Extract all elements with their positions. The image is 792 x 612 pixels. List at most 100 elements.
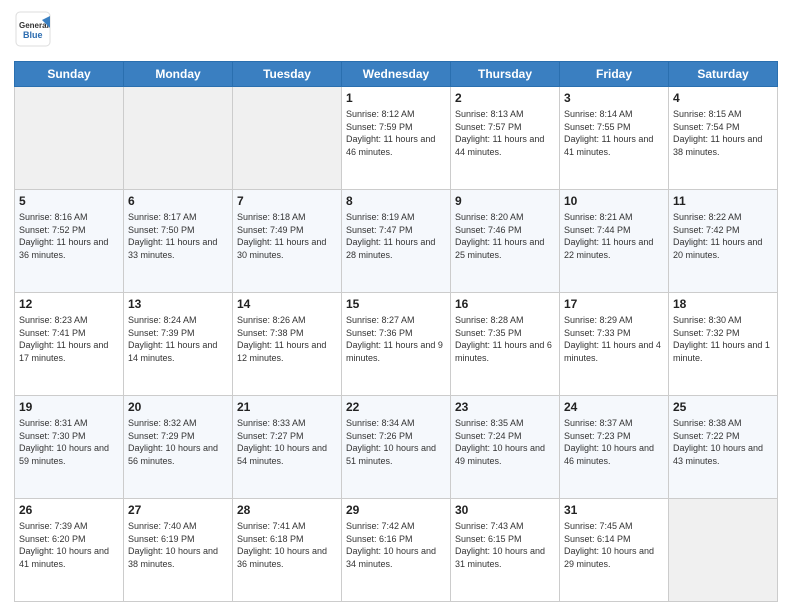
day-info: Sunrise: 7:45 AM Sunset: 6:14 PM Dayligh… <box>564 520 664 570</box>
day-number: 7 <box>237 193 337 209</box>
calendar-cell: 6Sunrise: 8:17 AM Sunset: 7:50 PM Daylig… <box>124 190 233 293</box>
week-row-2: 12 Sunrise: 8:23 AM Sunset: 7:41 PM Dayli… <box>15 293 778 396</box>
day-number: 11 <box>673 193 773 209</box>
day-info: Sunrise: 8:30 AM Sunset: 7:32 PM Dayligh… <box>673 314 773 364</box>
calendar-cell: 12 Sunrise: 8:23 AM Sunset: 7:41 PM Dayli… <box>15 293 124 396</box>
day-number: 31 <box>564 502 664 518</box>
calendar-cell: 28Sunrise: 7:41 AM Sunset: 6:18 PM Dayli… <box>233 499 342 602</box>
day-number: 14 <box>237 296 337 312</box>
day-number: 22 <box>346 399 446 415</box>
calendar-cell: 31 Sunrise: 7:45 AM Sunset: 6:14 PM Dayli… <box>560 499 669 602</box>
calendar-cell: 16 Sunrise: 8:28 AM Sunset: 7:35 PM Dayli… <box>451 293 560 396</box>
calendar-cell: 20 Sunrise: 8:32 AM Sunset: 7:29 PM Dayli… <box>124 396 233 499</box>
calendar-cell: 29 Sunrise: 7:42 AM Sunset: 6:16 PM Dayli… <box>342 499 451 602</box>
calendar-body: 1 Sunrise: 8:12 AM Sunset: 7:59 PM Daylig… <box>15 87 778 602</box>
day-info: Sunrise: 8:14 AM Sunset: 7:55 PM Dayligh… <box>564 108 664 158</box>
calendar-cell: 10 Sunrise: 8:21 AM Sunset: 7:44 PM Dayli… <box>560 190 669 293</box>
weekday-monday: Monday <box>124 62 233 87</box>
calendar-cell: 18Sunrise: 8:30 AM Sunset: 7:32 PM Dayli… <box>669 293 778 396</box>
day-info: Sunrise: 8:12 AM Sunset: 7:59 PM Dayligh… <box>346 108 446 158</box>
day-number: 23 <box>455 399 555 415</box>
weekday-thursday: Thursday <box>451 62 560 87</box>
calendar-cell: 22 Sunrise: 8:34 AM Sunset: 7:26 PM Dayli… <box>342 396 451 499</box>
day-info: Sunrise: 8:22 AM Sunset: 7:42 PM Dayligh… <box>673 211 773 261</box>
day-number: 15 <box>346 296 446 312</box>
calendar-cell: 13 Sunrise: 8:24 AM Sunset: 7:39 PM Dayli… <box>124 293 233 396</box>
day-number: 24 <box>564 399 664 415</box>
day-info: Sunrise: 8:18 AM Sunset: 7:49 PM Dayligh… <box>237 211 337 261</box>
weekday-header-row: SundayMondayTuesdayWednesdayThursdayFrid… <box>15 62 778 87</box>
day-number: 4 <box>673 90 773 106</box>
calendar-cell: 5 Sunrise: 8:16 AM Sunset: 7:52 PM Daylig… <box>15 190 124 293</box>
weekday-wednesday: Wednesday <box>342 62 451 87</box>
day-info: Sunrise: 7:40 AM Sunset: 6:19 PM Dayligh… <box>128 520 228 570</box>
day-info: Sunrise: 8:28 AM Sunset: 7:35 PM Dayligh… <box>455 314 555 364</box>
calendar-cell: 25 Sunrise: 8:38 AM Sunset: 7:22 PM Dayli… <box>669 396 778 499</box>
page: General Blue SundayMondayTuesdayWednesda… <box>0 0 792 612</box>
day-info: Sunrise: 8:33 AM Sunset: 7:27 PM Dayligh… <box>237 417 337 467</box>
day-number: 8 <box>346 193 446 209</box>
calendar-cell <box>669 499 778 602</box>
day-info: Sunrise: 8:27 AM Sunset: 7:36 PM Dayligh… <box>346 314 446 364</box>
day-info: Sunrise: 8:35 AM Sunset: 7:24 PM Dayligh… <box>455 417 555 467</box>
calendar-cell: 9Sunrise: 8:20 AM Sunset: 7:46 PM Daylig… <box>451 190 560 293</box>
day-number: 13 <box>128 296 228 312</box>
day-info: Sunrise: 7:41 AM Sunset: 6:18 PM Dayligh… <box>237 520 337 570</box>
day-number: 19 <box>19 399 119 415</box>
day-number: 25 <box>673 399 773 415</box>
day-info: Sunrise: 8:24 AM Sunset: 7:39 PM Dayligh… <box>128 314 228 364</box>
day-info: Sunrise: 8:37 AM Sunset: 7:23 PM Dayligh… <box>564 417 664 467</box>
day-info: Sunrise: 8:13 AM Sunset: 7:57 PM Dayligh… <box>455 108 555 158</box>
day-info: Sunrise: 8:19 AM Sunset: 7:47 PM Dayligh… <box>346 211 446 261</box>
calendar-cell: 27 Sunrise: 7:40 AM Sunset: 6:19 PM Dayli… <box>124 499 233 602</box>
day-number: 27 <box>128 502 228 518</box>
day-number: 2 <box>455 90 555 106</box>
day-info: Sunrise: 8:26 AM Sunset: 7:38 PM Dayligh… <box>237 314 337 364</box>
week-row-1: 5 Sunrise: 8:16 AM Sunset: 7:52 PM Daylig… <box>15 190 778 293</box>
calendar-cell: 17Sunrise: 8:29 AM Sunset: 7:33 PM Dayli… <box>560 293 669 396</box>
calendar-cell: 15 Sunrise: 8:27 AM Sunset: 7:36 PM Dayli… <box>342 293 451 396</box>
day-info: Sunrise: 7:39 AM Sunset: 6:20 PM Dayligh… <box>19 520 119 570</box>
calendar-cell: 2 Sunrise: 8:13 AM Sunset: 7:57 PM Daylig… <box>451 87 560 190</box>
weekday-sunday: Sunday <box>15 62 124 87</box>
svg-text:General: General <box>19 21 49 30</box>
weekday-saturday: Saturday <box>669 62 778 87</box>
calendar-cell: 8 Sunrise: 8:19 AM Sunset: 7:47 PM Daylig… <box>342 190 451 293</box>
logo-icon: General Blue <box>14 10 52 48</box>
week-row-4: 26Sunrise: 7:39 AM Sunset: 6:20 PM Dayli… <box>15 499 778 602</box>
day-info: Sunrise: 7:42 AM Sunset: 6:16 PM Dayligh… <box>346 520 446 570</box>
day-info: Sunrise: 8:20 AM Sunset: 7:46 PM Dayligh… <box>455 211 555 261</box>
day-info: Sunrise: 8:38 AM Sunset: 7:22 PM Dayligh… <box>673 417 773 467</box>
day-number: 10 <box>564 193 664 209</box>
day-number: 21 <box>237 399 337 415</box>
day-number: 29 <box>346 502 446 518</box>
day-number: 1 <box>346 90 446 106</box>
calendar-cell <box>124 87 233 190</box>
day-number: 5 <box>19 193 119 209</box>
calendar-cell: 19Sunrise: 8:31 AM Sunset: 7:30 PM Dayli… <box>15 396 124 499</box>
calendar-cell: 21 Sunrise: 8:33 AM Sunset: 7:27 PM Dayli… <box>233 396 342 499</box>
calendar-cell: 23 Sunrise: 8:35 AM Sunset: 7:24 PM Dayli… <box>451 396 560 499</box>
day-info: Sunrise: 8:34 AM Sunset: 7:26 PM Dayligh… <box>346 417 446 467</box>
day-number: 17 <box>564 296 664 312</box>
day-info: Sunrise: 8:17 AM Sunset: 7:50 PM Dayligh… <box>128 211 228 261</box>
calendar-cell: 30Sunrise: 7:43 AM Sunset: 6:15 PM Dayli… <box>451 499 560 602</box>
day-number: 20 <box>128 399 228 415</box>
logo: General Blue <box>14 10 52 53</box>
day-number: 16 <box>455 296 555 312</box>
header: General Blue <box>14 10 778 53</box>
day-info: Sunrise: 8:16 AM Sunset: 7:52 PM Dayligh… <box>19 211 119 261</box>
calendar-cell: 26Sunrise: 7:39 AM Sunset: 6:20 PM Dayli… <box>15 499 124 602</box>
day-number: 12 <box>19 296 119 312</box>
calendar-cell: 4Sunrise: 8:15 AM Sunset: 7:54 PM Daylig… <box>669 87 778 190</box>
day-info: Sunrise: 8:23 AM Sunset: 7:41 PM Dayligh… <box>19 314 119 364</box>
calendar-cell: 24 Sunrise: 8:37 AM Sunset: 7:23 PM Dayli… <box>560 396 669 499</box>
calendar-cell <box>233 87 342 190</box>
day-info: Sunrise: 8:21 AM Sunset: 7:44 PM Dayligh… <box>564 211 664 261</box>
day-info: Sunrise: 8:32 AM Sunset: 7:29 PM Dayligh… <box>128 417 228 467</box>
calendar-cell: 14 Sunrise: 8:26 AM Sunset: 7:38 PM Dayli… <box>233 293 342 396</box>
day-info: Sunrise: 7:43 AM Sunset: 6:15 PM Dayligh… <box>455 520 555 570</box>
calendar-cell: 1 Sunrise: 8:12 AM Sunset: 7:59 PM Daylig… <box>342 87 451 190</box>
calendar-cell: 3Sunrise: 8:14 AM Sunset: 7:55 PM Daylig… <box>560 87 669 190</box>
weekday-tuesday: Tuesday <box>233 62 342 87</box>
